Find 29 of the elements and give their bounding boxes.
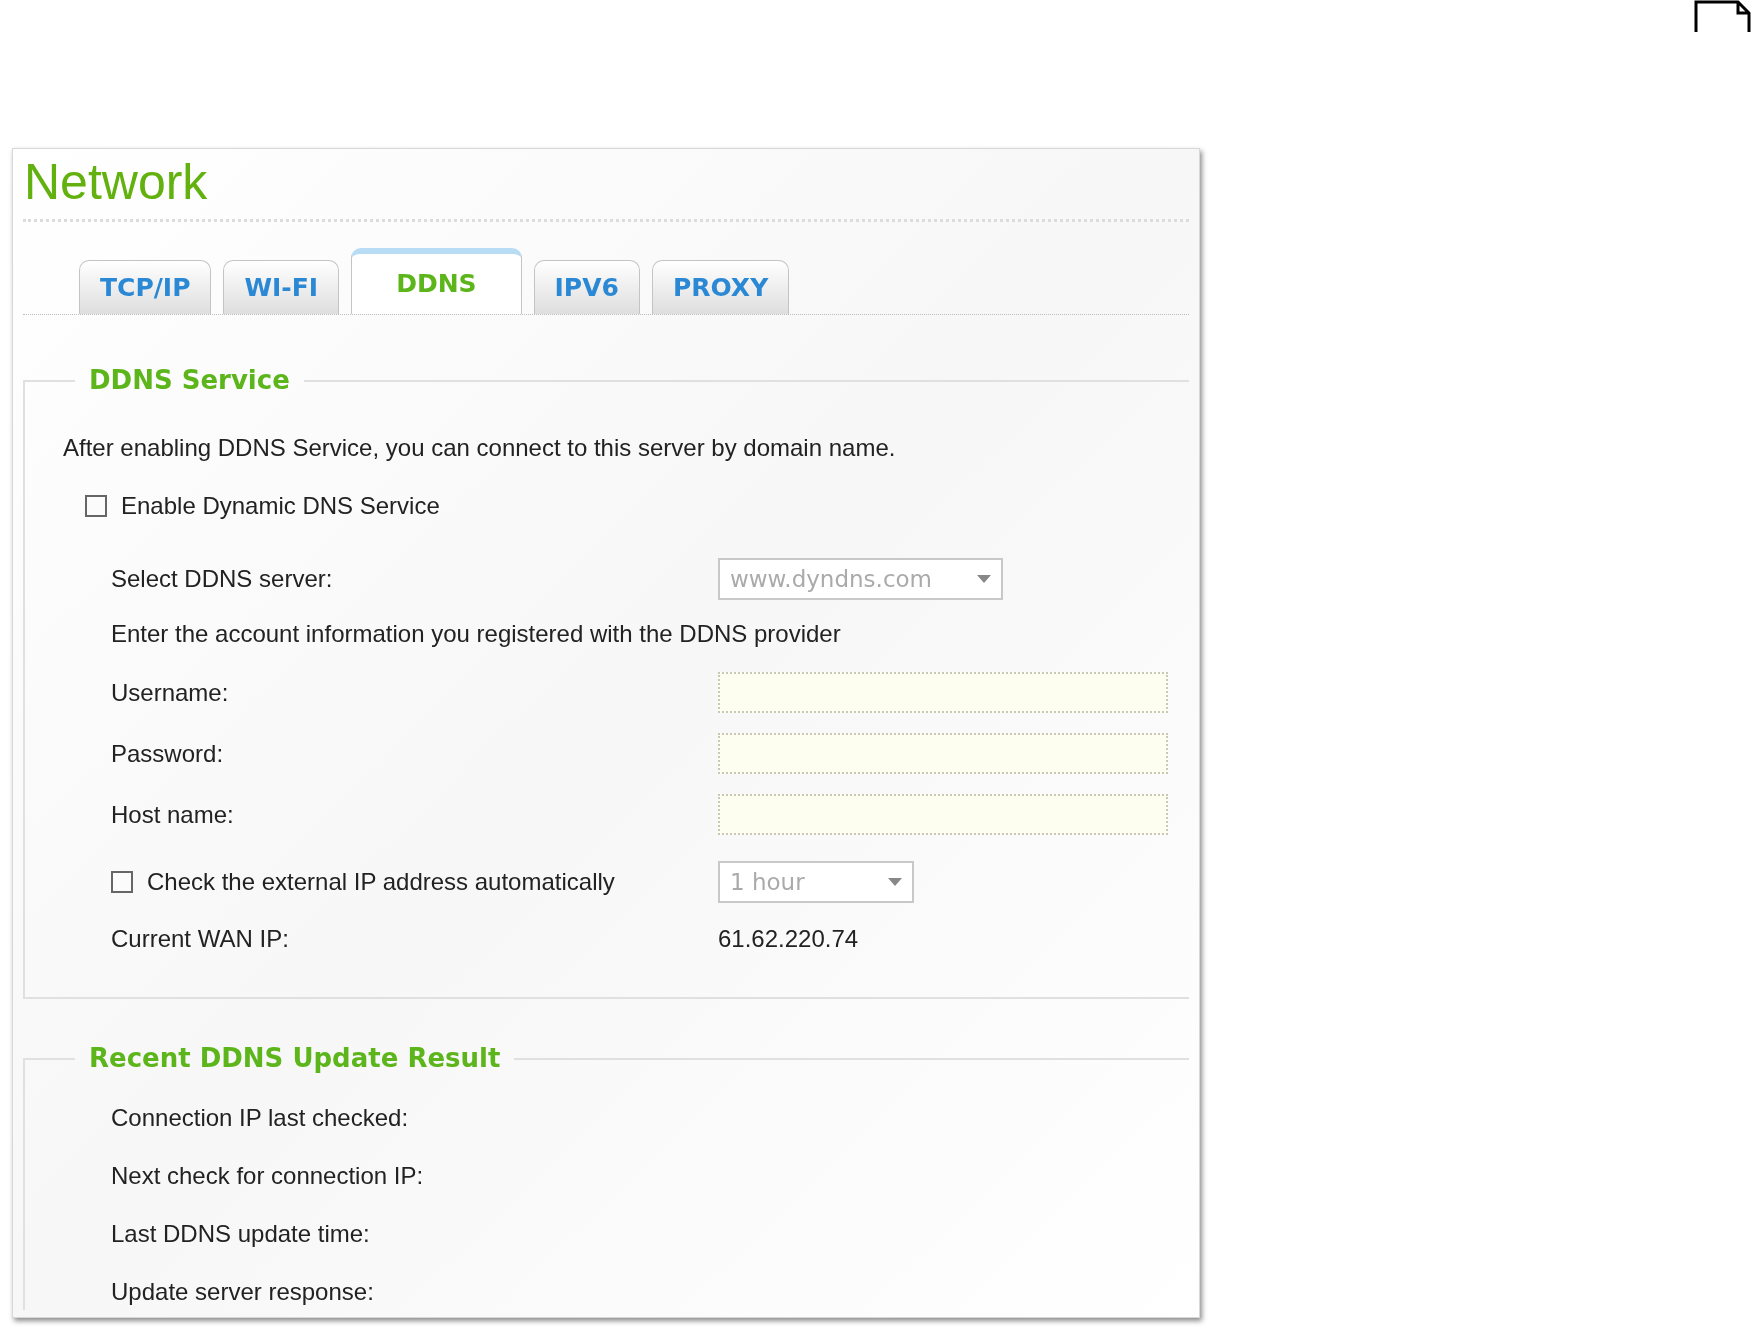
dropdown[interactable]: www.dyndns.com xyxy=(718,558,1003,600)
checkbox[interactable] xyxy=(111,871,133,893)
field-label: Current WAN IP: xyxy=(111,924,290,954)
checkbox[interactable] xyxy=(85,495,107,517)
dropdown[interactable]: 1 hour xyxy=(718,861,914,903)
description-text: After enabling DDNS Service, you can connect to this server by domain name. xyxy=(63,433,897,463)
ip-address-value: 61.62.220.74 xyxy=(718,924,859,954)
page-title: Network xyxy=(23,153,209,212)
field-label: Update server response: xyxy=(111,1277,375,1307)
tab[interactable]: TCP/IP xyxy=(79,260,212,314)
tab[interactable]: DDNS xyxy=(351,248,522,314)
tab[interactable]: PROXY xyxy=(651,260,790,314)
checkbox-label: Check the external IP address automatically xyxy=(147,867,615,897)
caret-icon xyxy=(888,878,902,886)
field-label: Username: xyxy=(111,677,230,708)
field-label: Password: xyxy=(111,738,225,769)
field-label: Connection IP last checked: xyxy=(111,1103,410,1133)
instruction-text: Enter the account information you registered with the DDNS provider xyxy=(111,619,842,649)
section-title: DDNS Service xyxy=(88,364,291,397)
field-label: Host name: xyxy=(111,799,235,830)
tab[interactable]: IPV6 xyxy=(533,260,640,314)
field-label: Select DDNS server: xyxy=(111,564,334,594)
tab[interactable]: WI-FI xyxy=(223,260,340,314)
section-title: Recent DDNS Update Result xyxy=(88,1042,502,1075)
checkbox-label: Enable Dynamic DNS Service xyxy=(121,491,440,521)
field-label: Next check for connection IP: xyxy=(111,1161,425,1191)
page-corner-icon xyxy=(1694,0,1751,32)
caret-icon xyxy=(977,575,991,583)
field-label: Last DDNS update time: xyxy=(111,1219,371,1249)
